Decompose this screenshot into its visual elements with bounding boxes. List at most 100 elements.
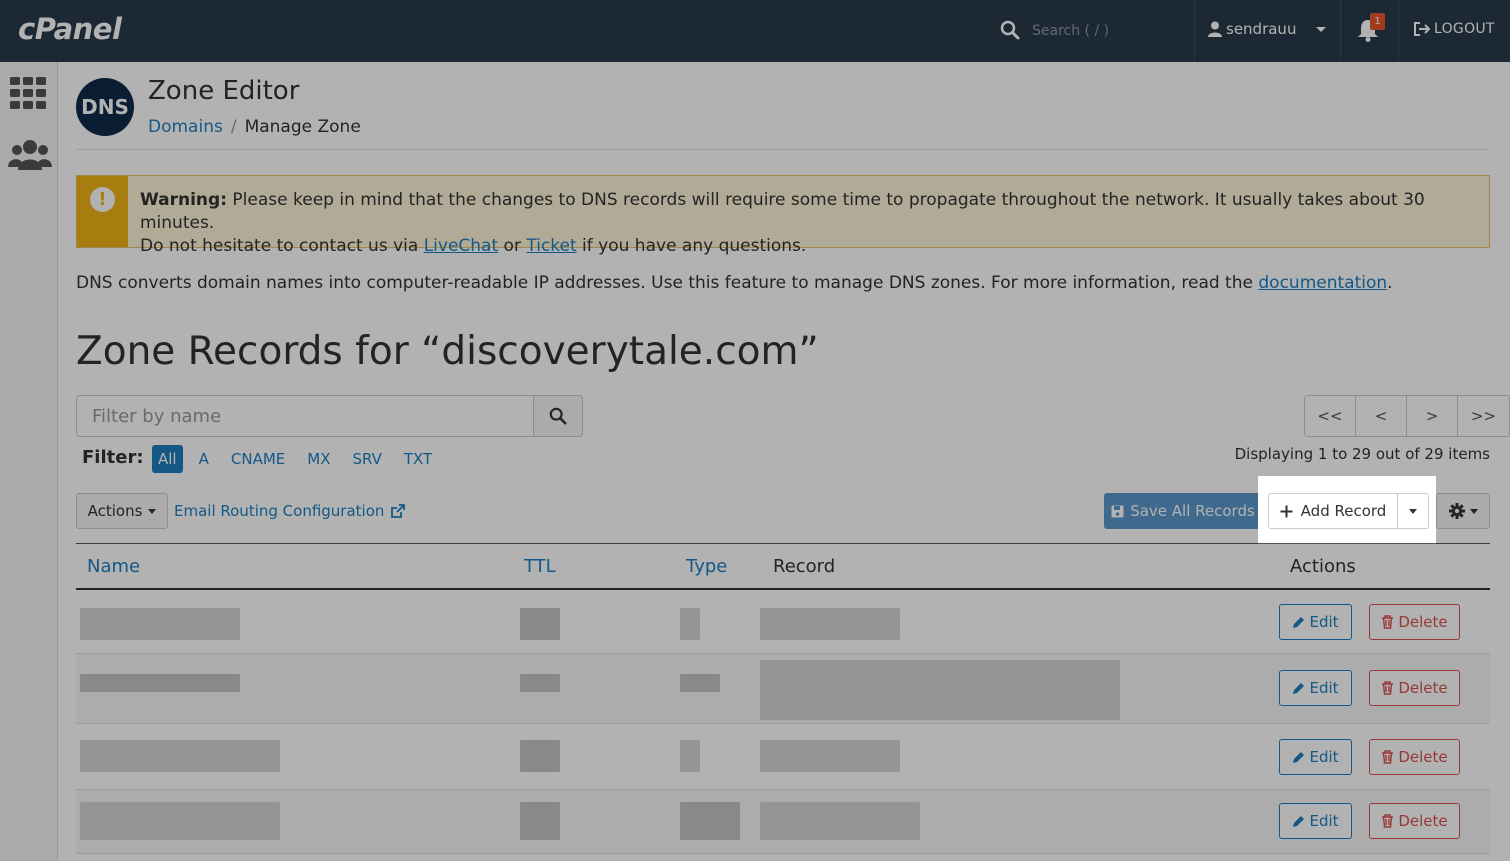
documentation-link[interactable]: documentation: [1258, 273, 1387, 293]
add-record-button[interactable]: Add Record: [1268, 493, 1398, 529]
redacted-record: [760, 660, 1120, 720]
warning-alert: ! Warning: Please keep in mind that the …: [76, 175, 1490, 256]
filter-type-cname[interactable]: CNAME: [225, 445, 291, 473]
trash-icon: [1382, 750, 1394, 764]
redacted-ttl: [520, 608, 560, 640]
redacted-type: [680, 674, 720, 692]
dns-icon: DNS: [76, 78, 134, 136]
warning-stripe: !: [77, 176, 128, 247]
divider: [76, 149, 1490, 150]
filter-type-txt[interactable]: TXT: [398, 445, 438, 473]
logout-button[interactable]: LOGOUT: [1413, 21, 1495, 37]
delete-button[interactable]: Delete: [1369, 670, 1460, 706]
column-type[interactable]: Type: [686, 556, 727, 577]
redacted-type: [680, 802, 740, 840]
filter-search-button[interactable]: [533, 395, 583, 437]
trash-icon: [1382, 814, 1394, 828]
table-row: Edit Delete: [76, 654, 1490, 724]
settings-dropdown-button[interactable]: [1436, 493, 1490, 529]
caret-down-icon: [1469, 508, 1478, 514]
breadcrumb-separator: /: [230, 117, 237, 137]
redacted-name: [80, 608, 240, 640]
redacted-ttl: [520, 674, 560, 692]
redacted-record: [760, 740, 900, 772]
items-count: Displaying 1 to 29 out of 29 items: [1234, 445, 1490, 463]
delete-button[interactable]: Delete: [1369, 604, 1460, 640]
table-row: Edit Delete: [76, 790, 1490, 854]
pencil-icon: [1293, 616, 1305, 628]
ticket-link[interactable]: Ticket: [526, 236, 576, 256]
table-row: Edit Delete: [76, 724, 1490, 790]
pagination: << < > >>: [1304, 395, 1510, 437]
table-row: Edit Delete: [76, 592, 1490, 654]
delete-button[interactable]: Delete: [1369, 803, 1460, 839]
exclamation-icon: !: [90, 187, 115, 212]
gear-icon: [1448, 503, 1465, 519]
column-name[interactable]: Name: [87, 556, 140, 577]
delete-button[interactable]: Delete: [1369, 739, 1460, 775]
caret-down-icon: [148, 508, 157, 514]
zone-title: Zone Records for “discoverytale.com”: [76, 329, 819, 374]
pencil-icon: [1293, 815, 1305, 827]
filter-type-a[interactable]: A: [193, 445, 215, 473]
search-icon: [549, 407, 567, 425]
redacted-ttl: [520, 740, 560, 772]
redacted-record: [760, 608, 900, 640]
external-link-icon: [391, 503, 406, 518]
username: sendrauu: [1226, 20, 1297, 38]
users-icon[interactable]: [8, 138, 52, 172]
column-ttl[interactable]: TTL: [524, 556, 556, 577]
user-menu[interactable]: sendrauu: [1208, 20, 1327, 38]
filter-type-srv[interactable]: SRV: [346, 445, 387, 473]
redacted-name: [80, 674, 240, 692]
floppy-icon: [1111, 505, 1124, 517]
email-routing-link[interactable]: Email Routing Configuration: [174, 502, 406, 520]
pencil-icon: [1293, 682, 1305, 694]
edit-button[interactable]: Edit: [1279, 739, 1352, 775]
redacted-type: [680, 740, 700, 772]
actions-dropdown-button[interactable]: Actions: [76, 493, 168, 529]
trash-icon: [1382, 615, 1394, 629]
caret-down-icon: [1409, 508, 1417, 514]
breadcrumb: Domains / Manage Zone: [148, 117, 361, 137]
global-search-input[interactable]: [1032, 18, 1182, 44]
filter-label: Filter:: [82, 447, 144, 468]
save-all-records-button[interactable]: Save All Records: [1104, 493, 1262, 529]
filter-type-mx[interactable]: MX: [301, 445, 336, 473]
warning-text: Warning: Please keep in mind that the ch…: [140, 190, 1425, 256]
page-next-button[interactable]: >: [1407, 396, 1458, 436]
top-navbar: cPanel sendrauu 1 LOGOUT: [0, 0, 1510, 62]
page-prev-button[interactable]: <: [1356, 396, 1407, 436]
redacted-name: [80, 740, 280, 772]
table-header: Name TTL Type Record Actions: [76, 544, 1490, 590]
user-icon: [1208, 21, 1222, 37]
page-title: Zone Editor: [148, 76, 300, 106]
edit-button[interactable]: Edit: [1279, 803, 1352, 839]
add-record-dropdown-toggle[interactable]: [1397, 493, 1429, 529]
divider: [1398, 0, 1399, 62]
edit-button[interactable]: Edit: [1279, 604, 1352, 640]
divider: [1340, 0, 1341, 62]
breadcrumb-current: Manage Zone: [244, 117, 361, 137]
chevron-down-icon: [1316, 26, 1327, 32]
cpanel-logo[interactable]: cPanel: [18, 12, 122, 46]
column-record: Record: [773, 556, 836, 577]
filter-type-list: All A CNAME MX SRV TXT: [152, 445, 438, 473]
edit-button[interactable]: Edit: [1279, 670, 1352, 706]
redacted-ttl: [520, 802, 560, 840]
redacted-type: [680, 608, 700, 640]
filter-by-name-input[interactable]: [76, 395, 534, 437]
main-content: DNS Zone Editor Domains / Manage Zone ! …: [58, 62, 1510, 861]
page-first-button[interactable]: <<: [1305, 396, 1356, 436]
livechat-link[interactable]: LiveChat: [424, 236, 498, 256]
trash-icon: [1382, 681, 1394, 695]
grid-icon[interactable]: [8, 76, 48, 110]
column-actions: Actions: [1290, 556, 1356, 577]
intro-text: DNS converts domain names into computer-…: [76, 273, 1393, 293]
filter-type-all[interactable]: All: [152, 445, 183, 473]
add-record-group: Add Record: [1258, 476, 1436, 544]
divider: [1194, 0, 1195, 62]
notification-badge: 1: [1370, 13, 1385, 30]
page-last-button[interactable]: >>: [1458, 396, 1509, 436]
breadcrumb-domains[interactable]: Domains: [148, 117, 223, 137]
